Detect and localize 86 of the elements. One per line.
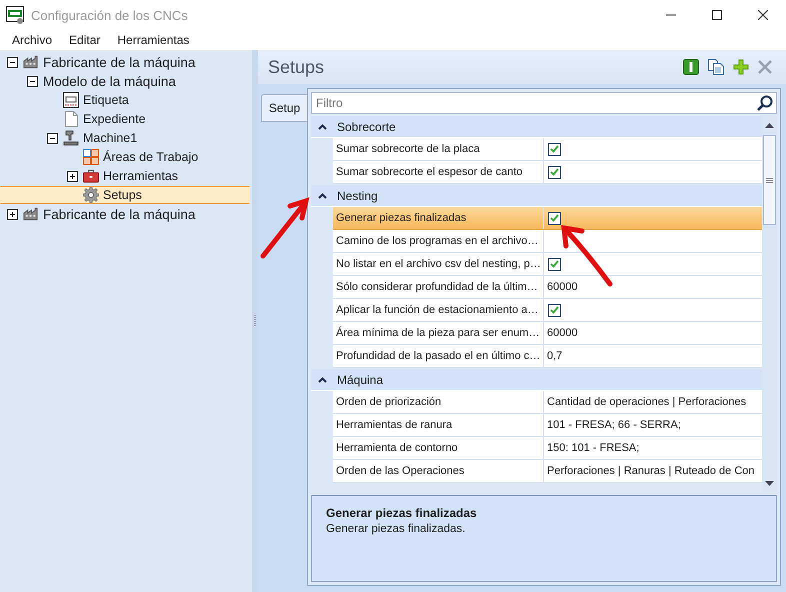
tree-item[interactable]: Áreas de Trabajo: [0, 148, 250, 166]
annotation-arrow: [260, 197, 310, 258]
property-value[interactable]: 60000: [547, 327, 578, 339]
scrollbar-thumb[interactable]: [763, 135, 776, 225]
factory-icon: [23, 55, 39, 69]
category-header: Nesting: [337, 188, 378, 202]
property-value[interactable]: 60000: [547, 281, 578, 293]
tree-item[interactable]: Setups: [0, 186, 250, 204]
scroll-down-icon[interactable]: [765, 481, 774, 486]
property-name: Herramienta de contorno: [336, 442, 458, 454]
collapse-caret-icon[interactable]: [318, 192, 327, 198]
maximize-icon: [712, 10, 722, 20]
menu-item[interactable]: Herramientas: [110, 33, 196, 47]
grid-icon: [83, 149, 99, 165]
property-row[interactable]: Aplicar la función de estacionamiento a…: [333, 299, 762, 322]
menu-item[interactable]: Editar: [62, 33, 108, 47]
property-row[interactable]: Sumar sobrecorte de la placa: [333, 138, 762, 161]
menu-item[interactable]: Archivo: [5, 33, 60, 47]
property-value[interactable]: 150: 101 - FRESA;: [547, 442, 640, 454]
checkbox[interactable]: [548, 166, 561, 178]
property-name: Orden de las Operaciones: [336, 465, 464, 477]
factory-icon: [23, 207, 39, 221]
property-name: Profundidad de la pasado el en último c…: [336, 350, 540, 362]
property-name: Sumar sobrecorte de la placa: [336, 143, 480, 155]
description-title: Generar piezas finalizadas: [326, 506, 478, 520]
checkbox[interactable]: [548, 212, 561, 224]
collapse-icon[interactable]: [47, 132, 58, 144]
property-value[interactable]: Cantidad de operaciones | Perforaciones: [547, 396, 746, 408]
tree-item[interactable]: Modelo de la máquina: [0, 72, 250, 90]
property-value[interactable]: Perforaciones | Ranuras | Ruteado de Con: [547, 465, 755, 477]
property-name: Aplicar la función de estacionamiento a…: [336, 304, 538, 316]
property-row[interactable]: Generar piezas finalizadas: [333, 207, 762, 230]
filter-field[interactable]: Filtro: [311, 92, 777, 114]
property-row[interactable]: Camino de los programas en el archivo…: [333, 230, 762, 253]
collapse-icon[interactable]: [7, 56, 18, 68]
form-icon: [63, 92, 79, 108]
description-text: Generar piezas finalizadas.: [326, 523, 466, 535]
tab[interactable]: Setup: [261, 94, 307, 122]
property-row[interactable]: Sumar sobrecorte el espesor de canto: [333, 161, 762, 184]
category-header: Sobrecorte: [337, 120, 396, 134]
property-row[interactable]: No listar en el archivo csv del nesting, p…: [333, 253, 762, 276]
checkbox[interactable]: [548, 304, 561, 316]
property-value[interactable]: 101 - FRESA; 66 - SERRA;: [547, 419, 681, 431]
gear-icon: [83, 187, 99, 203]
close-icon: [758, 10, 768, 20]
toolbox-icon: [83, 169, 99, 183]
property-value[interactable]: 0,7: [547, 350, 562, 362]
tree-item[interactable]: Machine1: [0, 129, 250, 147]
property-row[interactable]: Herramienta de contorno 150: 101 - FRESA;: [333, 437, 762, 460]
property-row[interactable]: Sólo considerar profundidad de la últim… 60000: [333, 276, 762, 299]
property-name: Sólo considerar profundidad de la últim…: [336, 281, 538, 293]
tree-item[interactable]: Expediente: [0, 110, 250, 128]
copy-icon[interactable]: [708, 59, 724, 75]
property-name: Área mínima de la pieza para ser enum…: [336, 327, 540, 339]
checkbox[interactable]: [548, 258, 561, 270]
document-icon: [64, 111, 78, 127]
machine-icon: [63, 130, 79, 146]
property-row[interactable]: Herramientas de ranura 101 - FRESA; 66 - SERRA;: [333, 414, 762, 437]
collapse-icon[interactable]: [27, 76, 38, 86]
app-logo-icon: [6, 6, 24, 24]
collapse-caret-icon[interactable]: [318, 376, 327, 382]
add-icon[interactable]: [733, 59, 749, 75]
property-name: Camino de los programas en el archivo…: [336, 235, 538, 247]
property-row[interactable]: Área mínima de la pieza para ser enum… 60000: [333, 322, 762, 345]
property-name: Generar piezas finalizadas: [336, 212, 466, 224]
expand-icon[interactable]: [7, 208, 18, 220]
info-icon[interactable]: [683, 59, 699, 75]
category-header: Máquina: [337, 372, 384, 386]
window-title: Configuración de los CNCs: [31, 8, 189, 22]
property-name: Sumar sobrecorte el espesor de canto: [336, 166, 522, 178]
tree-item[interactable]: Fabricante de la máquina: [0, 53, 250, 71]
search-icon[interactable]: [757, 95, 773, 111]
property-row[interactable]: Profundidad de la pasado el en último c… 0,7: [333, 345, 762, 368]
property-name: Herramientas de ranura: [336, 419, 452, 431]
collapse-caret-icon[interactable]: [318, 124, 327, 130]
property-row[interactable]: Orden de priorización Cantidad de operaciones | Perforaciones: [333, 391, 762, 414]
panel-title: Setups: [268, 56, 326, 78]
expand-icon[interactable]: [67, 170, 78, 182]
tree-item[interactable]: Etiqueta: [0, 91, 250, 109]
property-name: Orden de priorización: [336, 396, 442, 408]
tree-item[interactable]: Herramientas: [0, 167, 250, 185]
tree-item[interactable]: Fabricante de la máquina: [0, 205, 250, 223]
scroll-up-icon[interactable]: [765, 123, 774, 128]
property-row[interactable]: Orden de las Operaciones Perforaciones | Ranuras | Ruteado de Con: [333, 460, 762, 483]
property-name: No listar en el archivo csv del nesting, p…: [336, 258, 541, 270]
checkbox[interactable]: [548, 142, 561, 156]
